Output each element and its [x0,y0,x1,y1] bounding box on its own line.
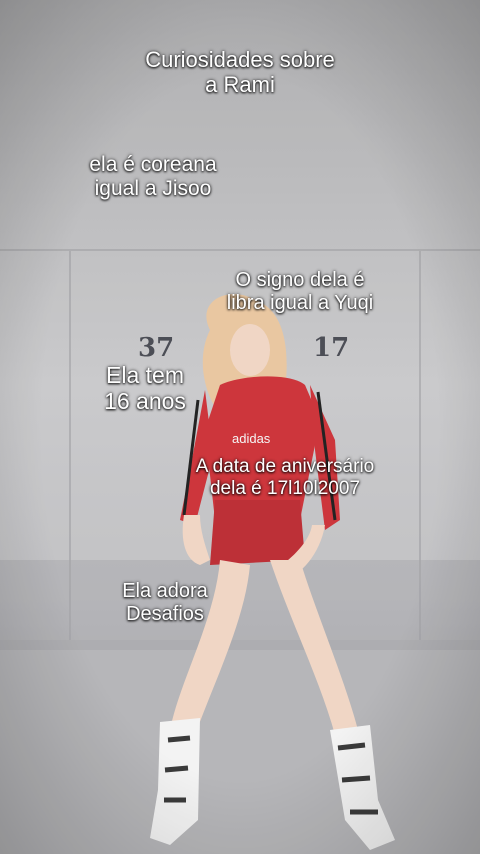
caption-fact-age: Ela tem 16 anos [104,362,186,415]
caption-fact-hobby: Ela adora Desafios [122,580,208,625]
background-photo: 37 17 adidas [0,0,480,854]
caption-fact-sign: O signo dela é libra igual a Yuqi [226,269,374,314]
caption-title: Curiosidades sobre a Rami [145,47,335,98]
caption-fact-nationality: ela é coreana igual a Jisoo [89,153,217,201]
caption-fact-birthday: A data de aniversário dela é 17l10l2007 [195,456,375,499]
